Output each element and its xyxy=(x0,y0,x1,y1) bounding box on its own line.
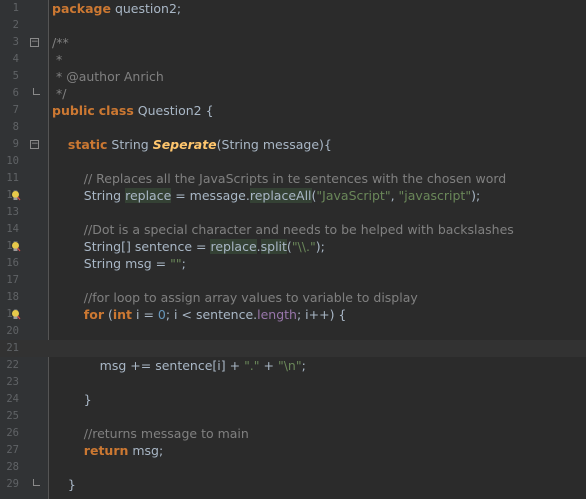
code-line[interactable]: 14 //Dot is a special character and need… xyxy=(0,221,586,238)
line-number: 4 xyxy=(12,53,19,65)
code-line[interactable]: 27 return msg; xyxy=(0,442,586,459)
code-line[interactable]: 13 xyxy=(0,204,586,221)
line-number: 5 xyxy=(12,70,19,82)
code-line[interactable]: 9 − static String Seperate(String message… xyxy=(0,136,586,153)
code-text: public class Question2 { xyxy=(52,103,214,118)
code-text: return msg; xyxy=(83,443,164,458)
code-line[interactable]: 5 * @author Anrich xyxy=(0,68,586,85)
line-number: 20 xyxy=(6,325,19,337)
line-number: 25 xyxy=(6,410,19,422)
code-line[interactable]: 12 String replace = message.replaceAll("… xyxy=(0,187,586,204)
code-line[interactable]: 4 * xyxy=(0,51,586,68)
line-number: 16 xyxy=(6,257,19,269)
code-text: // Replaces all the JavaScripts in te se… xyxy=(52,171,507,186)
code-text: for (int i = 0; i < sentence.length; i++… xyxy=(83,307,347,322)
line-number: 24 xyxy=(6,393,19,405)
code-text: msg += sentence[i] + "." + "\n"; xyxy=(52,358,306,373)
code-text: //returns message to main xyxy=(52,426,249,441)
fold-collapse-icon[interactable]: − xyxy=(30,38,39,47)
line-number: 27 xyxy=(6,444,19,456)
code-line[interactable]: 19 for (int i = 0; i < sentence.length; … xyxy=(0,306,586,323)
line-number: 21 xyxy=(6,342,19,354)
lightbulb-hint-icon[interactable] xyxy=(10,190,21,201)
code-line[interactable]: 1 package question2; xyxy=(0,0,586,17)
line-number: 7 xyxy=(12,104,19,116)
line-number: 6 xyxy=(12,87,19,99)
code-line[interactable]: 6 */ xyxy=(0,85,586,102)
line-number: 1 xyxy=(12,2,19,14)
line-number: 17 xyxy=(6,274,19,286)
code-text: /** xyxy=(52,35,69,50)
code-line[interactable]: 26 //returns message to main xyxy=(0,425,586,442)
code-text: * xyxy=(52,52,63,67)
fold-end-icon[interactable] xyxy=(33,479,40,486)
code-text: //for loop to assign array values to var… xyxy=(52,290,418,305)
code-line[interactable]: 21 xyxy=(0,340,586,357)
line-number: 10 xyxy=(6,155,19,167)
code-text: } xyxy=(52,477,76,492)
fold-collapse-icon[interactable]: − xyxy=(30,140,39,149)
line-number: 8 xyxy=(12,121,19,133)
code-text: //Dot is a special character and needs t… xyxy=(52,222,514,237)
code-text: static String Seperate(String message){ xyxy=(67,137,332,152)
code-text: } xyxy=(52,392,92,407)
line-number: 29 xyxy=(6,478,19,490)
code-text: String msg = ""; xyxy=(52,256,186,271)
line-number: 9 xyxy=(12,138,19,150)
line-number: 26 xyxy=(6,427,19,439)
line-number: 18 xyxy=(6,291,19,303)
line-number: 13 xyxy=(6,206,19,218)
fold-end-icon[interactable] xyxy=(33,88,40,95)
code-editor[interactable]: 1 package question2; 2 3−/** 4 * 5 * @author … xyxy=(0,0,586,499)
line-number: 3 xyxy=(12,36,19,48)
code-line[interactable]: 29 } xyxy=(0,476,586,493)
line-number: 28 xyxy=(6,461,19,473)
code-line[interactable]: 23 xyxy=(0,374,586,391)
code-text: * @author Anrich xyxy=(52,69,164,84)
code-line[interactable]: 3 − /** xyxy=(0,34,586,51)
code-line[interactable]: 15 String[] sentence = replace.split("\\… xyxy=(0,238,586,255)
lightbulb-hint-icon[interactable] xyxy=(10,241,21,252)
line-number: 2 xyxy=(12,19,19,31)
code-line[interactable]: 24 } xyxy=(0,391,586,408)
code-line[interactable]: 2 xyxy=(0,17,586,34)
code-line[interactable]: 11 // Replaces all the JavaScripts in te… xyxy=(0,170,586,187)
code-line[interactable]: 16 String msg = ""; xyxy=(0,255,586,272)
code-text: package question2; xyxy=(52,1,182,16)
line-number: 14 xyxy=(6,223,19,235)
code-line[interactable]: 17 xyxy=(0,272,586,289)
code-line[interactable]: 7 public class Question2 { xyxy=(0,102,586,119)
code-text: String replace = message.replaceAll("Jav… xyxy=(52,188,481,203)
line-number: 22 xyxy=(6,359,19,371)
line-number: 11 xyxy=(6,172,19,184)
code-line[interactable]: 20 xyxy=(0,323,586,340)
code-line[interactable]: 10 xyxy=(0,153,586,170)
line-number: 23 xyxy=(6,376,19,388)
code-line[interactable]: 22 msg += sentence[i] + "." + "\n"; xyxy=(0,357,586,374)
code-text: String[] sentence = replace.split("\\.")… xyxy=(52,239,325,254)
lightbulb-hint-icon[interactable] xyxy=(10,309,21,320)
code-line[interactable]: 25 xyxy=(0,408,586,425)
code-line[interactable]: 28 xyxy=(0,459,586,476)
code-line[interactable]: 8 xyxy=(0,119,586,136)
code-text: */ xyxy=(52,86,67,101)
code-line[interactable]: 18 //for loop to assign array values to … xyxy=(0,289,586,306)
